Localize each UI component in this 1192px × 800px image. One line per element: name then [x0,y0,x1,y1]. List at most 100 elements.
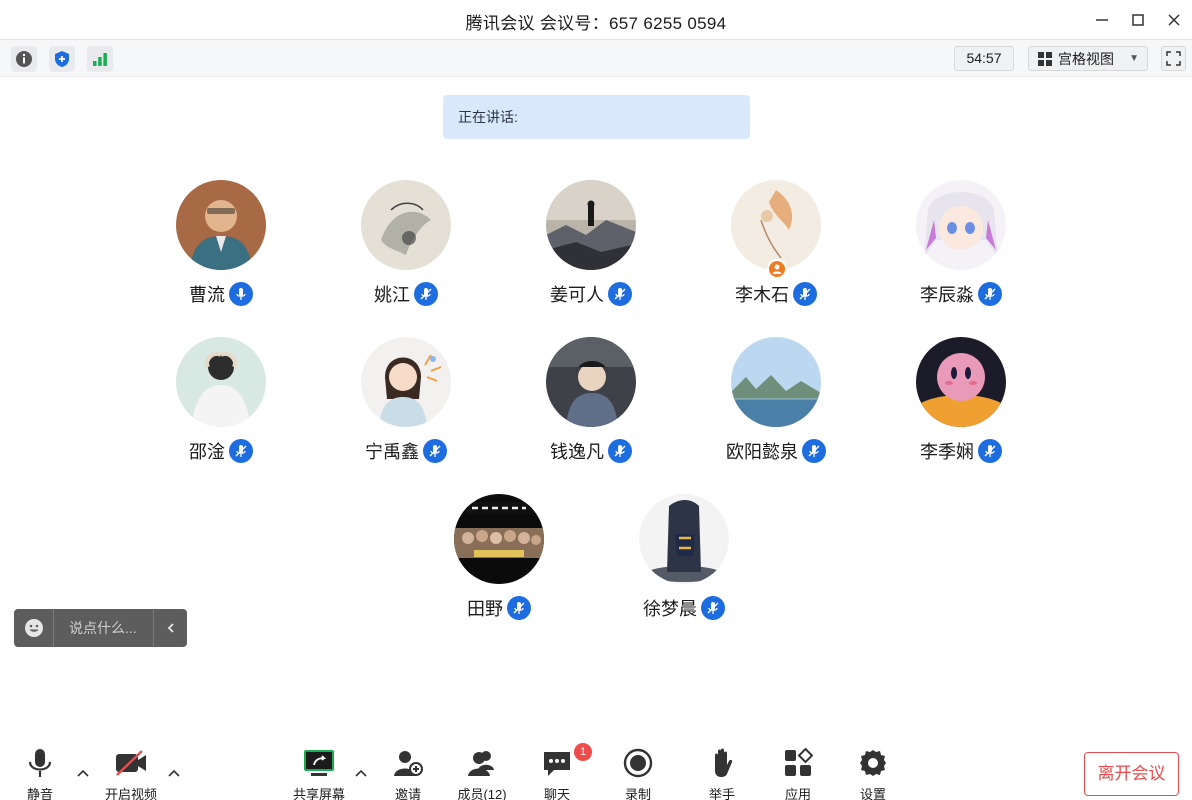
security-button[interactable] [49,46,75,72]
avatar [916,337,1006,427]
window-title: 腾讯会议 会议号：657 6255 0594 [465,14,727,33]
close-icon [1168,14,1180,26]
microphone-muted-icon [608,282,632,306]
avatar [176,180,266,270]
status-bar: 54:57 宫格视图 ▼ [0,40,1192,77]
chat-label: 聊天 [543,787,570,800]
members-label: 成员(12) [457,787,507,800]
avatar [916,180,1006,270]
avatar [176,337,266,427]
grid-view-icon [1038,51,1052,66]
emoji-button[interactable] [14,609,54,647]
fullscreen-icon [1166,51,1181,66]
participant-name: 田野 [467,599,503,619]
participant-name: 姜可人 [550,285,604,305]
maximize-icon [1132,14,1144,26]
microphone-muted-icon [423,439,447,463]
raise-hand-label: 举手 [708,787,735,800]
microphone-muted-icon [414,282,438,306]
close-button[interactable] [1162,8,1186,32]
avatar [546,180,636,270]
participant-name: 邵淦 [189,442,225,462]
meeting-timer: 54:57 [954,46,1014,71]
microphone-muted-icon [229,439,253,463]
microphone-icon [28,749,52,777]
share-screen-label: 共享屏幕 [292,787,345,800]
settings-button[interactable]: 设置 [843,746,903,800]
start-video-button[interactable]: 开启视频 [101,746,161,800]
participant-name: 徐梦晨 [643,599,697,619]
avatar [361,180,451,270]
view-mode-label: 宫格视图 [1058,50,1114,67]
participant-name: 曹流 [189,285,225,305]
video-off-icon [116,750,146,776]
raise-hand-button[interactable]: 举手 [692,746,752,800]
participant-name: 姚江 [374,285,410,305]
participant-name: 宁禹鑫 [365,442,419,462]
start-video-label: 开启视频 [104,787,157,800]
network-status-button[interactable] [87,46,113,72]
microphone-muted-icon [978,282,1002,306]
chevron-up-icon [168,769,180,777]
avatar [546,337,636,427]
microphone-muted-icon [507,596,531,620]
chevron-up-icon [355,769,367,777]
microphone-muted-icon [802,439,826,463]
share-screen-button[interactable]: 共享屏幕 [289,746,349,800]
record-icon [623,748,653,778]
chat-quick-input[interactable]: 说点什么... [14,609,187,647]
unread-badge: 1 [574,743,592,761]
chat-placeholder[interactable]: 说点什么... [54,618,153,638]
invite-label: 邀请 [394,787,421,800]
record-button[interactable]: 录制 [608,746,668,800]
audio-options-button[interactable] [74,764,92,782]
chevron-left-icon [167,623,174,633]
signal-bars-icon [93,53,107,66]
view-mode-select[interactable]: 宫格视图 ▼ [1028,46,1148,71]
mute-label: 静音 [26,787,53,800]
gear-icon [860,750,886,776]
share-screen-icon [304,750,334,776]
apps-label: 应用 [784,787,811,800]
avatar [361,337,451,427]
avatar [639,494,729,584]
participant-name: 李季娴 [920,442,974,462]
mute-button[interactable]: 静音 [10,746,70,800]
minimize-button[interactable] [1090,8,1114,32]
microphone-muted-icon [701,596,725,620]
avatar [731,180,821,270]
apps-button[interactable]: 应用 [768,746,828,800]
add-user-icon [394,751,423,776]
collapse-chat-button[interactable] [153,609,187,647]
participant-name: 欧阳懿泉 [726,442,798,462]
active-speaker-banner: 正在讲话: [443,95,750,139]
microphone-icon [229,282,253,306]
chevron-down-icon: ▼ [1129,53,1139,64]
leave-meeting-button[interactable]: 离开会议 [1084,752,1179,796]
invite-button[interactable]: 邀请 [378,746,438,800]
microphone-muted-icon [608,439,632,463]
share-options-button[interactable] [352,764,370,782]
meeting-info-button[interactable] [11,46,37,72]
apps-icon [785,748,813,776]
fullscreen-button[interactable] [1161,46,1186,71]
host-icon [767,259,787,279]
avatar [454,494,544,584]
maximize-button[interactable] [1126,8,1150,32]
video-options-button[interactable] [165,764,183,782]
emoji-icon [24,619,43,637]
title-bar: 腾讯会议 会议号：657 6255 0594 [0,0,1192,40]
chat-icon [544,752,570,776]
record-label: 录制 [624,787,651,800]
avatar [731,337,821,427]
chat-button[interactable]: 1 聊天 [527,743,592,800]
microphone-muted-icon [793,282,817,306]
settings-label: 设置 [859,787,886,800]
chevron-up-icon [77,769,89,777]
hand-icon [715,748,733,777]
microphone-muted-icon [978,439,1002,463]
members-button[interactable]: 成员(12) [452,746,512,800]
participant-name: 李辰淼 [920,285,974,305]
minimize-icon [1096,19,1108,21]
members-icon [468,751,494,776]
